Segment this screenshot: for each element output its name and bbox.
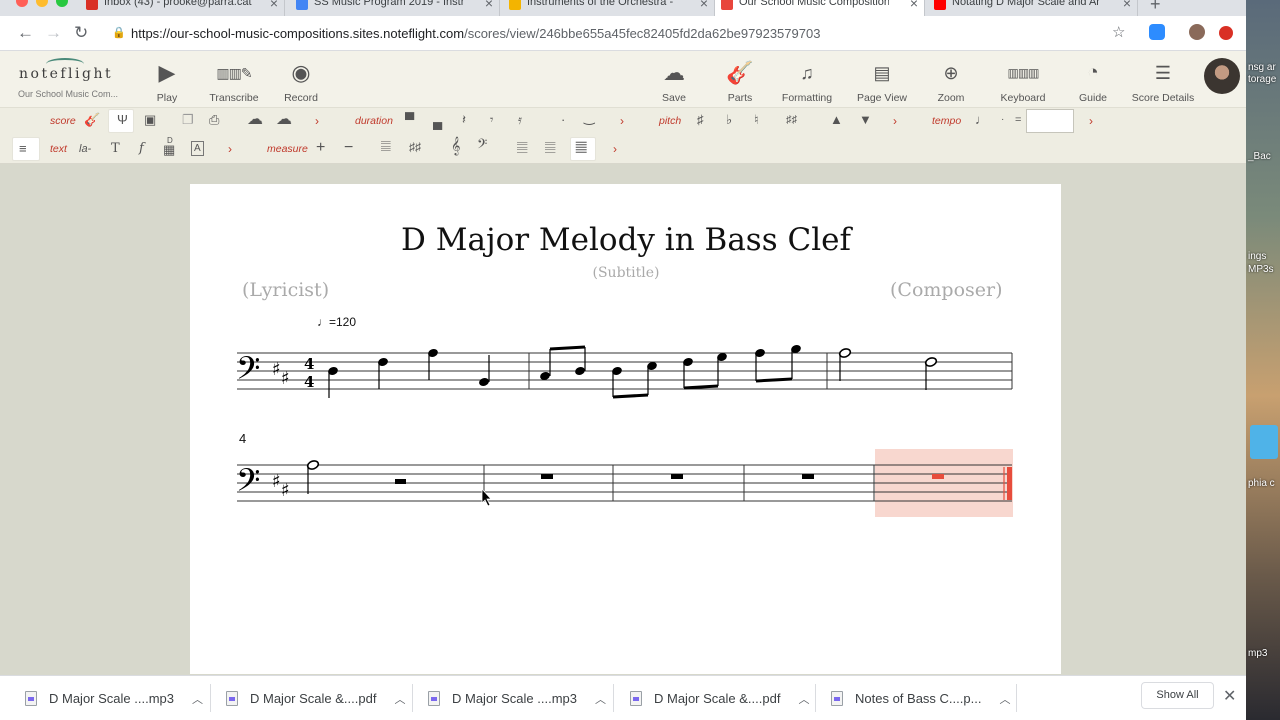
browser-window: Inbox (43) - prooke@parra.cat × SS Music… bbox=[0, 0, 1246, 720]
close-icon[interactable]: ✕ bbox=[1223, 686, 1236, 706]
desktop-label: nsg ar bbox=[1248, 62, 1276, 73]
file-icon bbox=[25, 691, 37, 706]
time-sig-bottom: 4 bbox=[304, 373, 314, 391]
downloads-bar: D Major Scale ....mp3 ︿ D Major Scale &.… bbox=[0, 675, 1246, 720]
whole-rest-selected bbox=[932, 474, 944, 479]
desktop-label: ings bbox=[1248, 251, 1267, 262]
download-name: D Major Scale ....mp3 bbox=[49, 691, 174, 706]
whole-rest bbox=[671, 474, 683, 479]
sharp-f: ♯ bbox=[272, 471, 281, 492]
desktop-label: MP3s bbox=[1248, 264, 1274, 275]
final-barline-thick bbox=[1007, 467, 1012, 500]
desktop-label: mp3 bbox=[1248, 648, 1268, 659]
sharp-c: ♯ bbox=[281, 480, 290, 501]
chevron-up-icon[interactable]: ︿ bbox=[192, 691, 203, 707]
file-icon bbox=[428, 691, 440, 706]
desktop-folder-icon[interactable] bbox=[1250, 425, 1278, 459]
desktop-label: torage bbox=[1248, 74, 1277, 85]
whole-rest bbox=[802, 474, 814, 479]
sharp-f: ♯ bbox=[272, 359, 281, 380]
file-icon bbox=[630, 691, 642, 706]
desktop-label: _Bac bbox=[1248, 151, 1271, 162]
download-name: D Major Scale ....mp3 bbox=[452, 691, 577, 706]
desktop-label: phia c bbox=[1248, 478, 1275, 489]
file-icon bbox=[226, 691, 238, 706]
desktop-background: nsg ar torage _Bac ings MP3s phia c mp3 bbox=[1246, 0, 1280, 720]
file-icon bbox=[831, 691, 843, 706]
score-notation[interactable]: 𝄢 ♯ ♯ 4 4 𝄢 ♯ ♯ bbox=[0, 0, 1246, 720]
download-item[interactable]: D Major Scale ....mp3 ︿ bbox=[428, 676, 606, 720]
whole-rest bbox=[541, 474, 553, 479]
download-item[interactable]: D Major Scale &....pdf ︿ bbox=[630, 676, 809, 720]
sharp-c: ♯ bbox=[281, 368, 290, 389]
show-all-button[interactable]: Show All bbox=[1141, 682, 1214, 709]
chevron-up-icon[interactable]: ︿ bbox=[394, 691, 405, 707]
staff-system-1 bbox=[237, 352, 1013, 390]
download-name: Notes of Bass C....p... bbox=[855, 691, 982, 706]
chevron-up-icon[interactable]: ︿ bbox=[798, 691, 809, 707]
download-item[interactable]: Notes of Bass C....p... ︿ bbox=[831, 676, 1010, 720]
bass-clef: 𝄢 bbox=[236, 350, 260, 394]
measure-1 bbox=[328, 349, 490, 398]
download-item[interactable]: D Major Scale &....pdf ︿ bbox=[226, 676, 405, 720]
half-rest bbox=[395, 479, 406, 484]
time-sig-top: 4 bbox=[304, 355, 314, 373]
download-name: D Major Scale &....pdf bbox=[654, 691, 781, 706]
download-item[interactable]: D Major Scale ....mp3 ︿ bbox=[25, 676, 203, 720]
chevron-up-icon[interactable]: ︿ bbox=[999, 691, 1010, 707]
bass-clef: 𝄢 bbox=[236, 462, 260, 506]
chevron-up-icon[interactable]: ︿ bbox=[595, 691, 606, 707]
measure-3 bbox=[838, 348, 938, 390]
download-name: D Major Scale &....pdf bbox=[250, 691, 377, 706]
